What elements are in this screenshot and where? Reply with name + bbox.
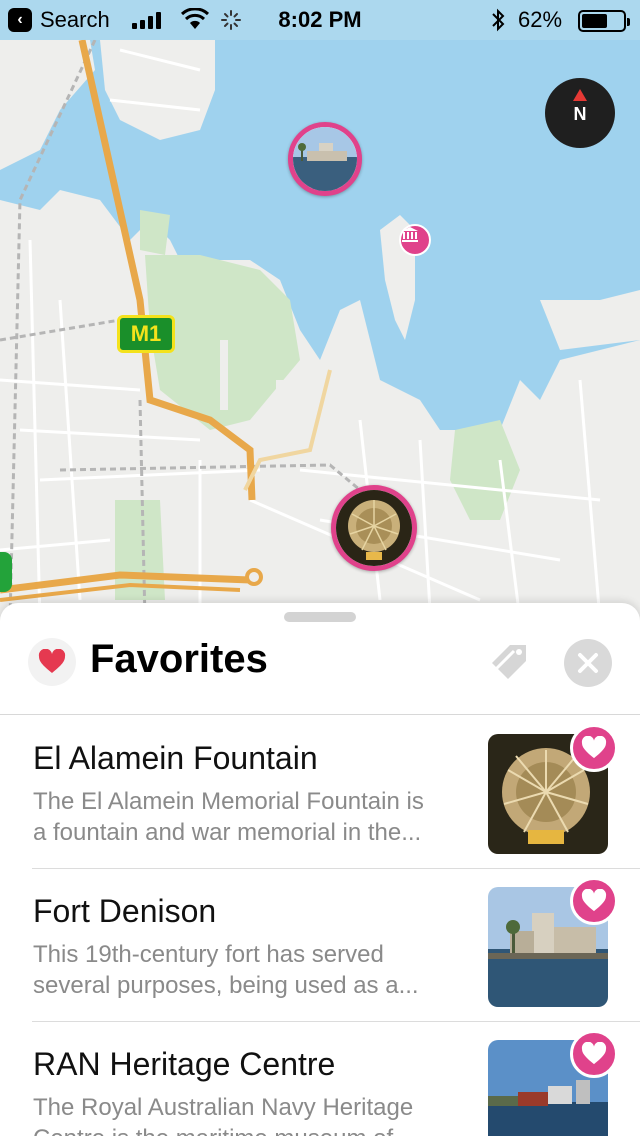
- place-description: This 19th-century fort has served severa…: [33, 941, 419, 999]
- status-bar: ‹ Search 8:02 PM 62%: [0, 0, 640, 40]
- place-title: RAN Heritage Centre: [33, 1046, 336, 1082]
- fort-photo-icon: [293, 127, 357, 191]
- favorite-toggle-button[interactable]: [570, 724, 618, 772]
- place-title: Fort Denison: [33, 893, 217, 929]
- favorites-heart-badge: [28, 638, 76, 686]
- m1-road-shield: M1: [117, 315, 175, 353]
- close-button[interactable]: [564, 639, 612, 687]
- el-alamein-fountain-map-pin[interactable]: [331, 485, 417, 571]
- place-description: The Royal Australian Navy Heritage Centr…: [33, 1094, 414, 1136]
- list-item[interactable]: RAN Heritage Centre The Royal Australian…: [0, 1022, 640, 1136]
- bluetooth-icon: [492, 8, 505, 32]
- tag-icon: [492, 645, 526, 679]
- list-item[interactable]: El Alamein Fountain The El Alamein Memor…: [0, 716, 640, 869]
- heart-icon: [581, 736, 607, 759]
- compass-needle-icon: [573, 89, 587, 101]
- list-item[interactable]: Fort Denison This 19th-century fort has …: [0, 869, 640, 1022]
- place-title: El Alamein Fountain: [33, 740, 318, 776]
- map-base: [0, 39, 640, 640]
- fountain-photo-icon: [336, 490, 412, 566]
- favorites-panel: Favorites El Alamein Fountain The El Ala…: [0, 603, 640, 1136]
- favorite-toggle-button[interactable]: [570, 877, 618, 925]
- compass-label: N: [573, 104, 587, 124]
- panel-title: Favorites: [90, 637, 268, 681]
- fort-denison-map-pin[interactable]: [288, 122, 362, 196]
- favorite-toggle-button[interactable]: [570, 1030, 618, 1078]
- favorites-list: El Alamein Fountain The El Alamein Memor…: [0, 716, 640, 1136]
- close-icon: [578, 653, 598, 673]
- heart-icon: [38, 649, 66, 673]
- map-view[interactable]: M1 N: [0, 0, 640, 640]
- compass-button[interactable]: N: [545, 78, 615, 148]
- battery-fill: [582, 14, 607, 28]
- place-description: The El Alamein Memorial Fountain is a fo…: [33, 788, 424, 846]
- tag-button[interactable]: [488, 641, 532, 685]
- battery-percent: 62%: [518, 7, 563, 32]
- museum-map-pin[interactable]: [399, 224, 431, 256]
- partial-map-marker[interactable]: [0, 552, 12, 592]
- panel-header: Favorites: [0, 603, 640, 715]
- museum-icon: [402, 227, 418, 242]
- heart-icon: [581, 889, 607, 912]
- battery-icon: [578, 10, 630, 32]
- heart-icon: [581, 1042, 607, 1065]
